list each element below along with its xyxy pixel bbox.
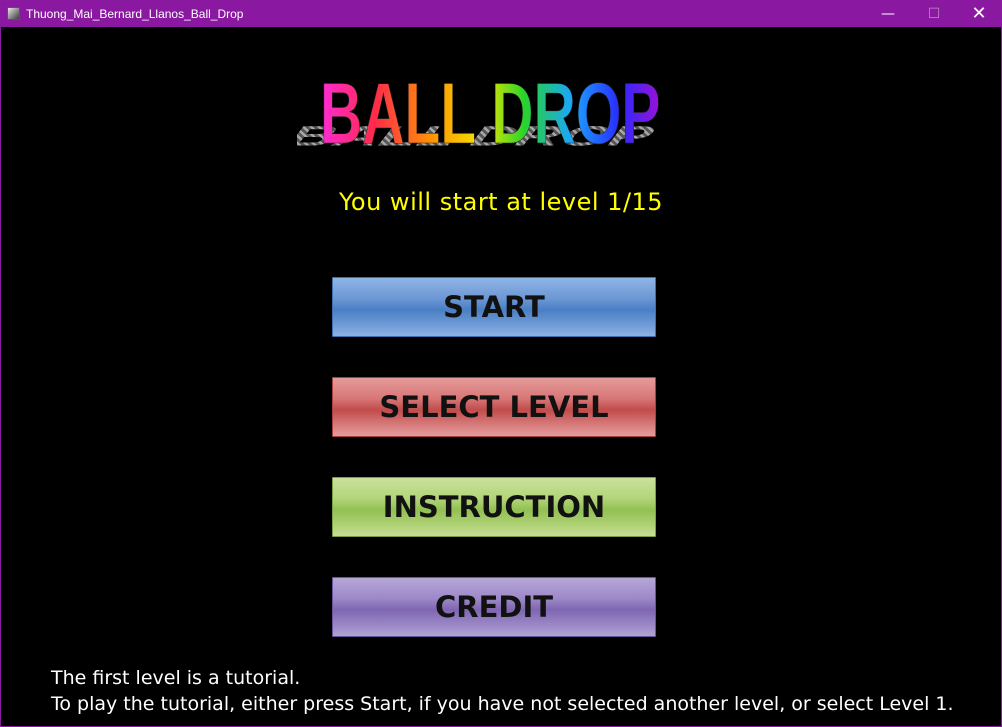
ball-drop-logo: BALL DROP BALL DROP	[297, 65, 665, 159]
close-button[interactable]: ✕	[956, 1, 1002, 27]
start-button[interactable]: START	[332, 277, 656, 337]
tutorial-hint-line1: The first level is a tutorial.	[51, 667, 301, 689]
window-title: Thuong_Mai_Bernard_Llanos_Ball_Drop	[26, 7, 244, 21]
maximize-button[interactable]: ☐	[911, 1, 957, 27]
select-level-button[interactable]: SELECT LEVEL	[332, 377, 656, 437]
credit-button[interactable]: CREDIT	[332, 577, 656, 637]
tutorial-hint: The first level is a tutorial. To play t…	[51, 665, 954, 717]
game-window: Thuong_Mai_Bernard_Llanos_Ball_Drop — ☐ …	[0, 0, 1002, 727]
logo-text: BALL DROP	[320, 65, 660, 159]
instruction-button[interactable]: INSTRUCTION	[332, 477, 656, 537]
app-icon	[7, 7, 20, 20]
title-bar[interactable]: Thuong_Mai_Bernard_Llanos_Ball_Drop — ☐ …	[1, 1, 1001, 27]
tutorial-hint-line2: To play the tutorial, either press Start…	[51, 693, 954, 715]
minimize-button[interactable]: —	[865, 1, 911, 27]
start-level-status: You will start at level 1/15	[338, 188, 664, 216]
